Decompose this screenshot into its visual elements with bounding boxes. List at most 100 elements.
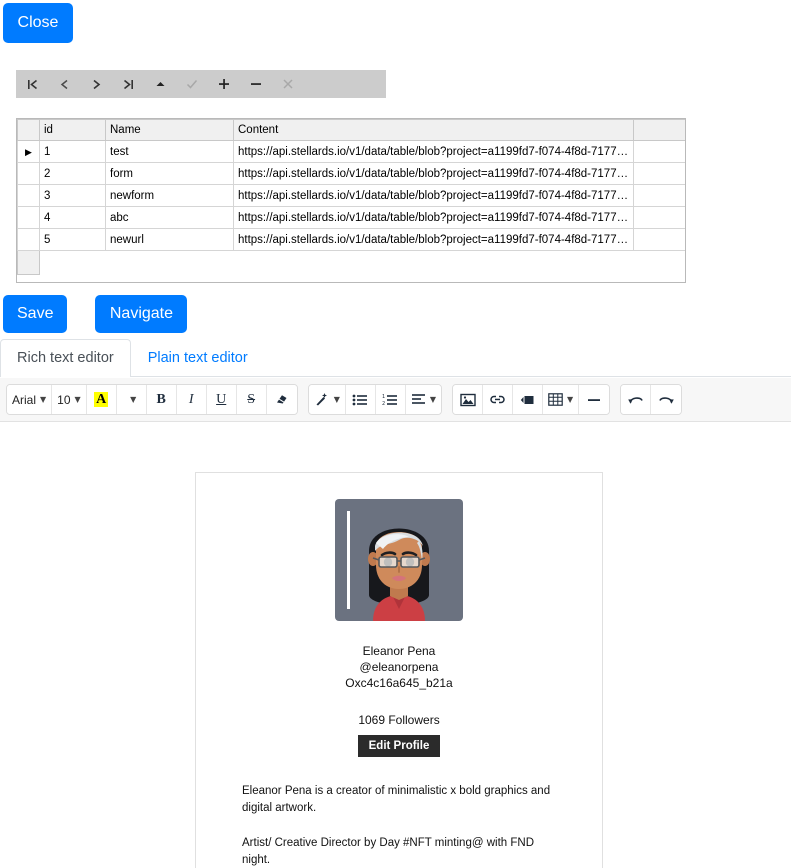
strikethrough-glyph: S [247, 391, 256, 407]
insert-link-icon[interactable] [483, 385, 513, 414]
cell-filler [633, 206, 685, 229]
row-selector-header [17, 119, 40, 141]
cell-filler [633, 162, 685, 185]
cell-id[interactable]: 1 [39, 140, 106, 163]
bold-icon[interactable]: B [146, 385, 177, 414]
accept-check-icon[interactable] [176, 70, 208, 98]
tab-plain-text-editor[interactable]: Plain text editor [131, 339, 265, 377]
navigate-button[interactable]: Navigate [95, 295, 188, 333]
cell-content[interactable]: https://api.stellards.io/v1/data/table/b… [233, 228, 634, 251]
chevron-down-icon: ▼ [333, 395, 340, 404]
insert-image-icon[interactable] [453, 385, 483, 414]
chevron-down-icon: ▼ [40, 395, 47, 404]
grid-navigation-toolbar [16, 70, 386, 98]
cell-filler [233, 250, 634, 275]
table-header-row: id Name Content [17, 119, 685, 141]
numbered-list-icon[interactable]: 12 [375, 385, 406, 414]
column-header-content[interactable]: Content [233, 119, 634, 141]
chevron-down-icon: ▼ [429, 395, 436, 404]
cell-name[interactable]: newform [105, 184, 234, 207]
profile-name: Eleanor Pena [362, 644, 436, 658]
bold-glyph: B [156, 391, 166, 407]
table-row[interactable]: 2 form https://api.stellards.io/v1/data/… [17, 162, 685, 185]
previous-record-icon[interactable] [48, 70, 80, 98]
cell-id[interactable]: 5 [39, 228, 106, 251]
row-selector-cell[interactable] [17, 184, 40, 207]
text-align-icon[interactable]: ▼ [405, 385, 441, 414]
cell-filler [633, 140, 685, 163]
chevron-down-icon: ▼ [567, 395, 574, 404]
history-group [620, 384, 683, 415]
current-row-marker-icon: ▶ [25, 147, 32, 158]
cell-filler [105, 250, 234, 275]
profile-bio: Eleanor Pena is a creator of minimalisti… [216, 783, 582, 868]
cancel-close-icon[interactable] [272, 70, 304, 98]
cell-id[interactable]: 4 [39, 206, 106, 229]
editor-tabs: Rich text editor Plain text editor [0, 338, 791, 377]
table-row[interactable]: 4 abc https://api.stellards.io/v1/data/t… [17, 206, 685, 229]
profile-handle: @eleanorpena [359, 660, 439, 674]
font-family-select[interactable]: Arial ▼ [7, 385, 53, 414]
undo-icon[interactable] [621, 385, 652, 414]
insert-table-icon[interactable]: ▼ [543, 385, 580, 414]
table-empty-row [17, 250, 685, 275]
cell-name[interactable]: abc [105, 206, 234, 229]
records-table: id Name Content ▶ 1 test https://api.ste… [17, 119, 685, 275]
column-header-id[interactable]: id [39, 119, 106, 141]
cell-filler [633, 228, 685, 251]
records-data-grid[interactable]: id Name Content ▶ 1 test https://api.ste… [16, 118, 686, 283]
avatar [335, 499, 463, 621]
insert-group: ▼ [452, 384, 611, 415]
action-buttons: Save Navigate [3, 295, 188, 333]
cell-content[interactable]: https://api.stellards.io/v1/data/table/b… [233, 162, 634, 185]
close-button[interactable]: Close [3, 3, 73, 43]
magic-wand-styles-icon[interactable]: ▼ [308, 385, 346, 414]
last-record-icon[interactable] [112, 70, 144, 98]
save-button[interactable]: Save [3, 295, 67, 333]
cell-filler [633, 184, 685, 207]
highlight-a-glyph: A [94, 392, 109, 407]
row-selector-cell[interactable] [17, 206, 40, 229]
italic-icon[interactable]: I [176, 385, 207, 414]
first-record-icon[interactable] [16, 70, 48, 98]
text-highlight-color-icon[interactable]: A [86, 385, 117, 414]
cell-id[interactable]: 2 [39, 162, 106, 185]
cell-content[interactable]: https://api.stellards.io/v1/data/table/b… [233, 184, 634, 207]
svg-text:1: 1 [382, 394, 385, 400]
next-record-icon[interactable] [80, 70, 112, 98]
table-row[interactable]: ▶ 1 test https://api.stellards.io/v1/dat… [17, 140, 685, 163]
svg-text:2: 2 [382, 401, 385, 407]
cell-name[interactable]: newurl [105, 228, 234, 251]
paragraph-group: ▼ 12 ▼ [307, 384, 442, 415]
insert-video-icon[interactable] [513, 385, 543, 414]
highlight-color-dropdown-icon[interactable]: ▼ [116, 385, 147, 414]
underline-icon[interactable]: U [206, 385, 237, 414]
tab-rich-text-editor[interactable]: Rich text editor [0, 339, 131, 377]
row-selector-cell[interactable] [17, 162, 40, 185]
font-family-value: Arial [12, 392, 37, 407]
clear-formatting-eraser-icon[interactable] [266, 385, 297, 414]
table-row[interactable]: 5 newurl https://api.stellards.io/v1/dat… [17, 228, 685, 251]
redo-icon[interactable] [651, 385, 682, 414]
collapse-up-icon[interactable] [144, 70, 176, 98]
font-size-select[interactable]: 10 ▼ [52, 385, 87, 414]
horizontal-rule-icon[interactable] [579, 385, 610, 414]
remove-record-icon[interactable] [240, 70, 272, 98]
cell-content[interactable]: https://api.stellards.io/v1/data/table/b… [233, 206, 634, 229]
row-selector-cell[interactable] [17, 250, 40, 275]
cell-id[interactable]: 3 [39, 184, 106, 207]
app-root: Close id Name Content ▶ 1 test https://a… [0, 0, 791, 868]
table-row[interactable]: 3 newform https://api.stellards.io/v1/da… [17, 184, 685, 207]
rich-text-editor-canvas[interactable]: Eleanor Pena @eleanorpena Oxc4c16a645_b2… [0, 422, 791, 868]
row-selector-cell[interactable] [17, 228, 40, 251]
strikethrough-icon[interactable]: S [236, 385, 267, 414]
cell-content[interactable]: https://api.stellards.io/v1/data/table/b… [233, 140, 634, 163]
bulleted-list-icon[interactable] [345, 385, 376, 414]
row-selector-cell[interactable]: ▶ [17, 140, 40, 163]
edit-profile-button[interactable]: Edit Profile [357, 735, 441, 757]
cell-name[interactable]: form [105, 162, 234, 185]
add-record-icon[interactable] [208, 70, 240, 98]
column-header-name[interactable]: Name [105, 119, 234, 141]
cell-name[interactable]: test [105, 140, 234, 163]
font-group: Arial ▼ 10 ▼ A ▼ B I U S [6, 384, 298, 415]
